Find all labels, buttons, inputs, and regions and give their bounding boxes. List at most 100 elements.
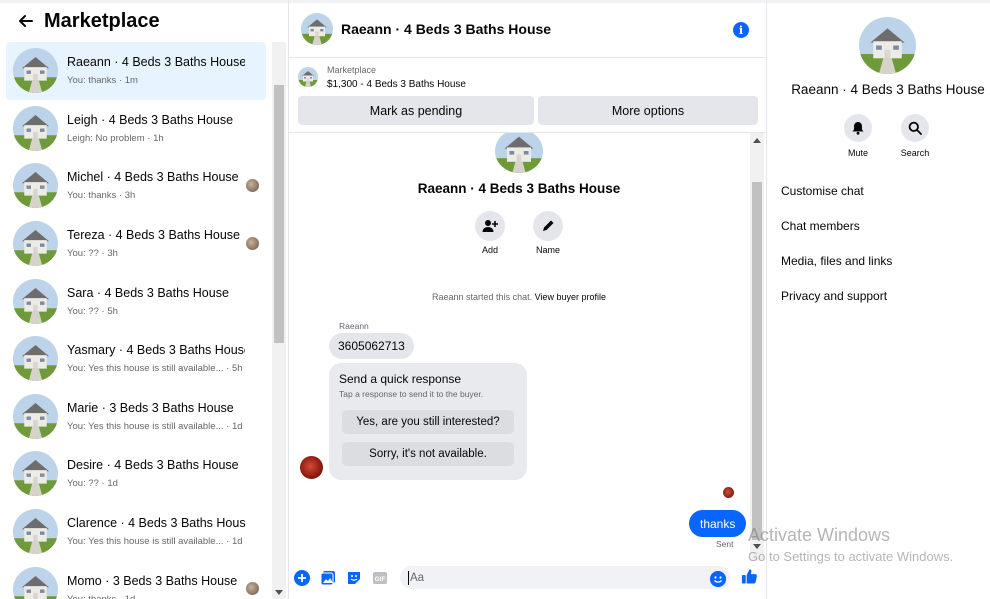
sticker-icon[interactable] [345, 569, 362, 586]
search-icon [908, 121, 922, 135]
more-options-button[interactable]: More options [538, 96, 758, 125]
quick-response-option-still-interested[interactable]: Yes, are you still interested? [342, 410, 514, 434]
message-composer: GIF Aa [289, 561, 767, 599]
gif-icon[interactable]: GIF [371, 569, 388, 586]
edit-name-button[interactable] [533, 211, 563, 241]
conversation-text: Michel · 4 Beds 3 Baths House You: thanks… [67, 170, 245, 201]
conversation-avatar [13, 105, 58, 151]
search-label: Search [900, 148, 930, 158]
conversation-avatar [13, 163, 58, 209]
conversation-preview: You: Yes this house is still available..… [67, 363, 243, 375]
conversation-item[interactable]: Desire · 4 Beds 3 Baths House You: ?? · 1… [6, 445, 266, 503]
message-input-placeholder: Aa [410, 571, 425, 584]
sender-name: Raeann [339, 321, 369, 331]
conversation-title: Sara · 4 Beds 3 Baths House [67, 285, 229, 300]
conversation-avatar [13, 451, 58, 497]
add-person-icon [482, 220, 498, 232]
svg-text:GIF: GIF [374, 576, 385, 583]
sidebar-title: Marketplace [44, 9, 160, 32]
chat-intro-title: Raeann · 4 Beds 3 Baths House [417, 181, 621, 196]
conversation-avatar [13, 278, 58, 324]
conversation-item[interactable]: Raeann · 4 Beds 3 Baths House You: thanks… [6, 42, 266, 100]
activate-windows-title: Activate Windows [748, 525, 891, 545]
conversation-avatar [13, 221, 58, 267]
conversation-item[interactable]: Tereza · 4 Beds 3 Baths House You: ?? · 3… [6, 215, 266, 273]
conversation-title: Leigh · 4 Beds 3 Baths House [67, 112, 234, 127]
chat-started-text: Raeann started this chat. [432, 292, 533, 302]
mark-as-pending-button[interactable]: Mark as pending [298, 96, 534, 125]
conversation-preview: You: Yes this house is still available..… [67, 536, 243, 548]
incoming-message-bubble[interactable]: 3605062713 [329, 333, 414, 359]
scroll-up-arrow-icon[interactable] [753, 138, 761, 143]
conversation-item[interactable]: Marie · 3 Beds 3 Baths House You: Yes thi… [6, 388, 266, 446]
add-people-button[interactable] [475, 211, 505, 241]
plus-circle-icon[interactable] [293, 569, 310, 586]
listing-info: Marketplace $1,300 - 4 Beds 3 Baths Hous… [327, 65, 466, 90]
customise-chat-item[interactable]: Customise chat [781, 177, 990, 205]
media-files-links-label: Media, files and links [781, 254, 893, 268]
seen-avatar [246, 236, 259, 250]
chat-scrollbar[interactable] [750, 133, 764, 561]
conversation-list: Raeann · 4 Beds 3 Baths House You: thanks… [6, 42, 266, 599]
conversation-item[interactable]: Michel · 4 Beds 3 Baths House You: thanks… [6, 157, 266, 215]
conversation-preview: You: ?? · 5h [67, 305, 118, 317]
conversation-title: Yasmary · 4 Beds 3 Baths House [67, 343, 245, 358]
privacy-support-item[interactable]: Privacy and support [781, 282, 990, 310]
back-arrow-icon[interactable] [16, 11, 36, 31]
conversation-preview: You: ?? · 3h [67, 248, 118, 260]
media-files-links-item[interactable]: Media, files and links [781, 247, 990, 275]
photo-gallery-icon[interactable] [319, 569, 336, 586]
listing-bar[interactable]: Marketplace $1,300 - 4 Beds 3 Baths Hous… [298, 62, 758, 92]
activate-windows-subtitle: Go to Settings to activate Windows. [748, 549, 954, 564]
sidebar-scrollbar[interactable] [272, 42, 286, 599]
messenger-app: Marketplace Raeann · 4 Beds 3 Baths Hous… [0, 0, 990, 599]
chat-details-panel: Raeann · 4 Beds 3 Baths House Mute Searc… [768, 0, 990, 599]
chat-panel: Raeann · 4 Beds 3 Baths House i Marketpl… [289, 0, 767, 599]
pencil-icon [543, 220, 554, 231]
conversation-title: Tereza · 4 Beds 3 Baths House [67, 228, 241, 243]
sender-avatar [300, 456, 323, 479]
emoji-icon[interactable] [710, 571, 726, 587]
conversation-title: Desire · 4 Beds 3 Baths House [67, 458, 239, 473]
sent-status: Sent [716, 539, 734, 549]
chat-header-title[interactable]: Raeann · 4 Beds 3 Baths House [341, 21, 551, 37]
conversation-avatar [13, 393, 58, 439]
conversation-text: Momo · 3 Beds 3 Baths House You: thanks ·… [67, 574, 245, 599]
chat-header-avatar[interactable] [301, 12, 333, 45]
name-label: Name [535, 245, 560, 255]
quick-response-option-not-available[interactable]: Sorry, it's not available. [342, 442, 514, 466]
seen-avatar [246, 582, 259, 596]
listing-price-title: $1,300 - 4 Beds 3 Baths House [327, 78, 466, 90]
conversation-text: Leigh · 4 Beds 3 Baths House Leigh: No pr… [67, 113, 245, 144]
chat-intro-avatar [495, 133, 543, 173]
search-button[interactable] [901, 114, 929, 142]
chat-members-label: Chat members [781, 219, 860, 233]
conversation-preview: You: thanks · 3h [67, 190, 136, 202]
sidebar-header: Marketplace [0, 0, 289, 42]
scroll-down-arrow-icon[interactable] [275, 590, 283, 595]
outgoing-message-bubble[interactable]: thanks [689, 510, 747, 537]
chat-header: Raeann · 4 Beds 3 Baths House i [289, 0, 767, 58]
conversation-item[interactable]: Leigh · 4 Beds 3 Baths House Leigh: No pr… [6, 100, 266, 158]
conversation-text: Marie · 3 Beds 3 Baths House You: Yes thi… [67, 401, 245, 432]
view-buyer-profile-link[interactable]: View buyer profile [535, 292, 606, 302]
scrollbar-thumb[interactable] [274, 85, 284, 343]
conversation-title: Michel · 4 Beds 3 Baths House [67, 170, 239, 185]
conversation-item[interactable]: Yasmary · 4 Beds 3 Baths House You: Yes t… [6, 330, 266, 388]
conversation-preview: You: thanks · 1d [67, 594, 245, 599]
chat-members-item[interactable]: Chat members [781, 212, 990, 240]
conversation-item[interactable]: Momo · 3 Beds 3 Baths House You: thanks ·… [6, 560, 266, 599]
info-icon[interactable]: i [733, 22, 749, 38]
conversation-text: Clarence · 4 Beds 3 Baths House You: Yes … [67, 516, 245, 547]
message-input[interactable]: Aa [400, 566, 730, 589]
mute-button[interactable] [844, 114, 872, 142]
quick-response-subtitle: Tap a response to send it to the buyer. [339, 389, 484, 399]
conversation-text: Raeann · 4 Beds 3 Baths House You: thanks… [67, 55, 245, 86]
thumbs-up-icon[interactable] [741, 567, 758, 584]
conversation-item[interactable]: Sara · 4 Beds 3 Baths House You: ?? · 5h [6, 272, 266, 330]
conversation-item[interactable]: Clarence · 4 Beds 3 Baths House You: Yes … [6, 503, 266, 561]
listing-label: Marketplace [327, 64, 377, 75]
conversation-title: Clarence · 4 Beds 3 Baths House [67, 516, 245, 531]
conversation-title: Marie · 3 Beds 3 Baths House [67, 400, 234, 415]
scrollbar-thumb[interactable] [752, 182, 762, 540]
